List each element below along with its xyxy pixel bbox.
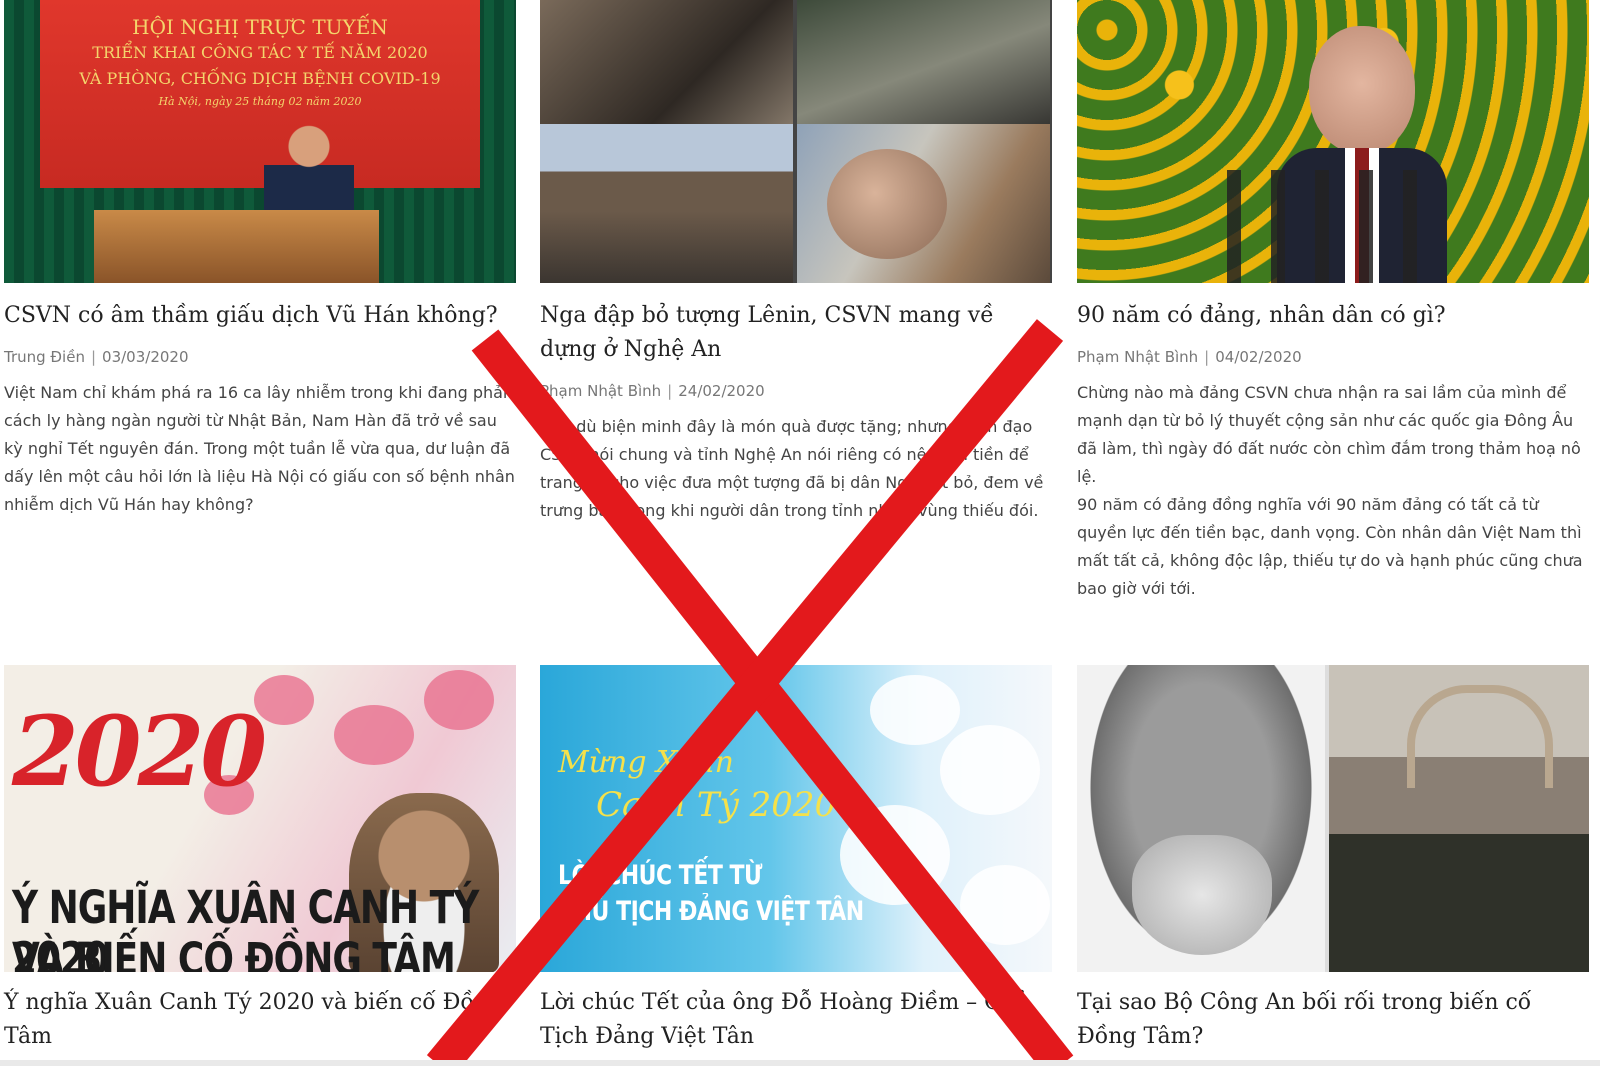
year-logo: 2020: [12, 695, 267, 808]
photo-crowd: [540, 124, 793, 283]
article-author[interactable]: Trung Điền: [4, 348, 85, 366]
photo-toppled-statue: [540, 0, 793, 140]
article-thumbnail[interactable]: 2020 Ý NGHĨA XUÂN CANH TÝ 2020 VÀ BIẾN C…: [4, 665, 516, 972]
banner-line: VÀ PHÒNG, CHỐNG DỊCH BỆNH COVID-19: [79, 69, 441, 88]
conference-banner: HỘI NGHỊ TRỰC TUYẾN TRIỂN KHAI CÔNG TÁC …: [40, 0, 480, 188]
article-card: 90 năm có đảng, nhân dân có gì? Phạm Nhậ…: [1077, 0, 1589, 603]
meta-separator: |: [667, 382, 673, 400]
article-author[interactable]: Phạm Nhật Bình: [1077, 348, 1198, 366]
article-title[interactable]: Nga đập bỏ tượng Lênin, CSVN mang về dựn…: [540, 299, 1052, 367]
divider: [0, 1060, 1600, 1066]
article-card: Nga đập bỏ tượng Lênin, CSVN mang về dựn…: [540, 0, 1052, 525]
article-card: Mừng Xuân Canh Tý 2020 LỜI CHÚC TẾT TỪ C…: [540, 665, 1052, 1054]
excerpt-paragraph: Chừng nào mà đảng CSVN chưa nhận ra sai …: [1077, 383, 1581, 486]
photo-statue-head: [797, 124, 1050, 283]
article-title[interactable]: 90 năm có đảng, nhân dân có gì?: [1077, 299, 1589, 333]
elder-beard: [1132, 835, 1272, 955]
meta-separator: |: [90, 348, 97, 366]
article-excerpt: Chừng nào mà đảng CSVN chưa nhận ra sai …: [1077, 379, 1589, 603]
article-title[interactable]: Ý nghĩa Xuân Canh Tý 2020 và biến cố Đồn…: [4, 986, 516, 1054]
greeting-script: Mừng Xuân: [558, 745, 734, 780]
excerpt-paragraph: Việt Nam chỉ khám phá ra 16 ca lây nhiễm…: [4, 383, 515, 514]
article-thumbnail[interactable]: HỘI NGHỊ TRỰC TUYẾN TRIỂN KHAI CÔNG TÁC …: [4, 0, 516, 283]
article-title[interactable]: Tại sao Bộ Công An bối rối trong biến cố…: [1077, 986, 1589, 1054]
article-title[interactable]: Lời chúc Tết của ông Đỗ Hoàng Điềm – Chủ…: [540, 986, 1052, 1054]
article-thumbnail[interactable]: [540, 0, 1052, 283]
article-thumbnail[interactable]: [1077, 665, 1589, 972]
village-gate: [1407, 685, 1553, 788]
podium: [94, 210, 379, 283]
blossom: [870, 675, 960, 745]
microphones: [1197, 170, 1427, 283]
article-title[interactable]: CSVN có âm thầm giấu dịch Vũ Hán không?: [4, 299, 516, 333]
blossom: [960, 865, 1050, 945]
excerpt-paragraph: Cho dù biện minh đây là món quà được tặn…: [540, 417, 1044, 520]
blossom: [334, 705, 414, 765]
image-caption: CHỦ TỊCH ĐẢNG VIỆT TÂN: [558, 897, 864, 927]
article-grid: HỘI NGHỊ TRỰC TUYẾN TRIỂN KHAI CÔNG TÁC …: [0, 0, 1600, 1066]
article-thumbnail[interactable]: Mừng Xuân Canh Tý 2020 LỜI CHÚC TẾT TỪ C…: [540, 665, 1052, 972]
article-thumbnail[interactable]: [1077, 0, 1589, 283]
photo-statue-ground: [797, 0, 1050, 140]
image-caption: LỜI CHÚC TẾT TỪ: [558, 861, 762, 891]
statue-head: [827, 149, 947, 259]
excerpt-paragraph: 90 năm có đảng đồng nghĩa với 90 năm đản…: [1077, 495, 1583, 598]
article-excerpt: Cho dù biện minh đây là món quà được tặn…: [540, 413, 1052, 525]
article-card: HỘI NGHỊ TRỰC TUYẾN TRIỂN KHAI CÔNG TÁC …: [4, 0, 516, 519]
article-card: 2020 Ý NGHĨA XUÂN CANH TÝ 2020 VÀ BIẾN C…: [4, 665, 516, 1054]
meta-separator: |: [1204, 348, 1210, 366]
article-card: Tại sao Bộ Công An bối rối trong biến cố…: [1077, 665, 1589, 1054]
article-date: 24/02/2020: [678, 382, 765, 400]
speaker-face: [1309, 26, 1415, 154]
blossom: [840, 805, 950, 905]
article-author[interactable]: Phạm Nhật Bình: [540, 382, 661, 400]
article-meta: Trung Điền | 03/03/2020: [4, 347, 516, 367]
article-date: 04/02/2020: [1215, 348, 1302, 366]
blossom: [424, 670, 494, 730]
article-meta: Phạm Nhật Bình | 04/02/2020: [1077, 347, 1589, 367]
article-meta: Phạm Nhật Bình | 24/02/2020: [540, 381, 1052, 401]
image-caption: VÀ BIẾN CỐ ĐỒNG TÂM: [12, 935, 456, 972]
banner-line: HỘI NGHỊ TRỰC TUYẾN: [132, 15, 388, 39]
banner-date: Hà Nội, ngày 25 tháng 02 năm 2020: [158, 95, 362, 108]
blossom: [940, 725, 1040, 815]
greeting-script: Canh Tý 2020: [596, 785, 837, 825]
banner-line: TRIỂN KHAI CÔNG TÁC Y TẾ NĂM 2020: [92, 43, 428, 62]
article-date: 03/03/2020: [102, 348, 189, 366]
article-excerpt: Việt Nam chỉ khám phá ra 16 ca lây nhiễm…: [4, 379, 516, 519]
